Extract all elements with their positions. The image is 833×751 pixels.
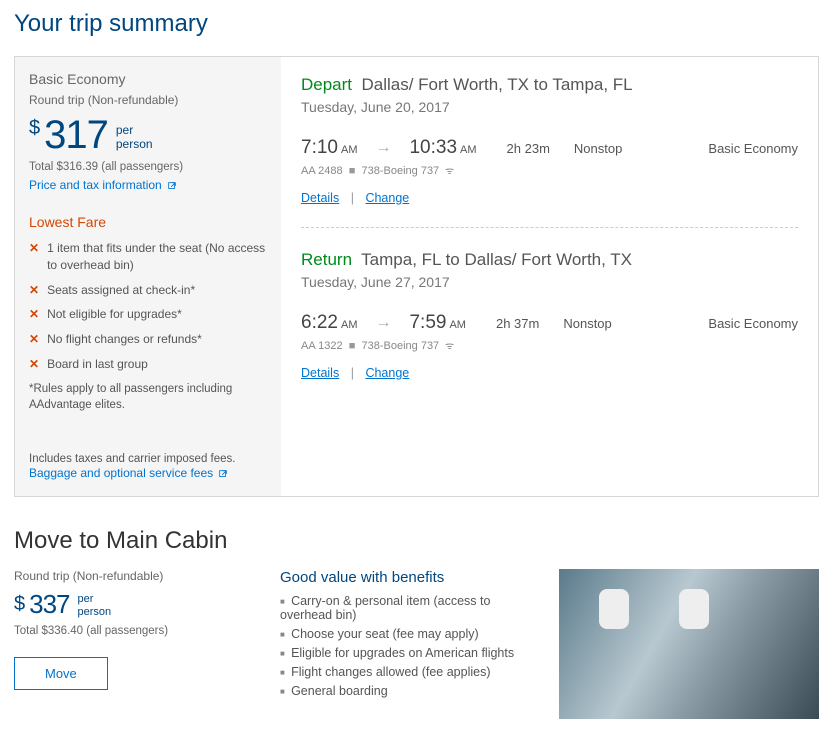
currency-symbol: $ [29, 117, 40, 140]
details-link[interactable]: Details [301, 366, 339, 380]
cabin-photo [559, 569, 819, 719]
segment-direction-label: Return [301, 250, 352, 269]
segment-direction-label: Depart [301, 75, 352, 94]
price-display: $ 317 perperson [29, 115, 267, 155]
arrival-ampm: AM [449, 319, 466, 331]
return-segment: Return Tampa, FL to Dallas/ Fort Worth, … [301, 227, 798, 398]
time-row: 6:22AM → 7:59AM 2h 37m Nonstop Basic Eco… [301, 312, 798, 334]
move-price-display: $ 337 perperson [14, 591, 280, 619]
baggage-fees-link[interactable]: Baggage and optional service fees [29, 466, 228, 480]
move-price-amount: 337 [29, 591, 69, 617]
trip-summary-card: Basic Economy Round trip (Non-refundable… [14, 56, 819, 497]
wifi-icon: ᯤ [442, 166, 454, 177]
move-to-main-cabin-section: Move to Main Cabin Round trip (Non-refun… [14, 527, 819, 719]
x-icon: ✕ [29, 306, 39, 323]
restriction-item: ✕1 item that fits under the seat (No acc… [29, 240, 267, 274]
change-link[interactable]: Change [365, 191, 409, 205]
benefits-list: Carry-on & personal item (access to over… [280, 594, 545, 698]
rules-footnote: *Rules apply to all passengers including… [29, 381, 267, 413]
fare-class-label: Basic Economy [29, 71, 267, 87]
aircraft-type: 738-Boeing 737 [362, 340, 440, 352]
segment-route: Dallas/ Fort Worth, TX to Tampa, FL [361, 75, 632, 94]
restriction-item: ✕Board in last group [29, 356, 267, 373]
segment-fare-class: Basic Economy [708, 141, 798, 156]
departure-ampm: AM [341, 319, 358, 331]
per-person-label: perperson [78, 593, 112, 619]
move-total-line: Total $336.40 (all passengers) [14, 625, 280, 637]
external-link-icon [218, 469, 228, 479]
arrow-right-icon: → [375, 139, 391, 157]
external-link-icon [167, 181, 177, 191]
restriction-item: ✕Seats assigned at check-in* [29, 282, 267, 299]
benefit-item: Choose your seat (fee may apply) [280, 627, 545, 641]
benefit-item: Carry-on & personal item (access to over… [280, 594, 545, 622]
segment-actions: Details | Change [301, 366, 798, 380]
duration: 2h 37m [496, 316, 539, 331]
x-icon: ✕ [29, 240, 39, 257]
change-link[interactable]: Change [365, 366, 409, 380]
price-amount: 317 [44, 115, 108, 155]
segment-route: Tampa, FL to Dallas/ Fort Worth, TX [361, 250, 632, 269]
currency-symbol: $ [14, 593, 25, 616]
page-title: Your trip summary [14, 10, 819, 38]
segment-date: Tuesday, June 20, 2017 [301, 99, 798, 115]
restriction-item: ✕Not eligible for upgrades* [29, 306, 267, 323]
departure-ampm: AM [341, 144, 358, 156]
departure-time: 6:22 [301, 312, 338, 334]
x-icon: ✕ [29, 356, 39, 373]
departure-time: 7:10 [301, 137, 338, 159]
restriction-item: ✕No flight changes or refunds* [29, 331, 267, 348]
aircraft-type: 738-Boeing 737 [362, 165, 440, 177]
wifi-icon: ᯤ [442, 341, 454, 352]
separator: | [351, 191, 354, 205]
segment-actions: Details | Change [301, 191, 798, 205]
arrow-right-icon: → [375, 314, 391, 332]
flight-info: AA 2488 ■ 738-Boeing 737 ᯤ [301, 163, 798, 177]
details-link[interactable]: Details [301, 191, 339, 205]
segment-header: Return Tampa, FL to Dallas/ Fort Worth, … [301, 250, 798, 270]
benefits-title: Good value with benefits [280, 569, 545, 586]
benefit-item: General boarding [280, 684, 545, 698]
itinerary-panel: Depart Dallas/ Fort Worth, TX to Tampa, … [281, 57, 818, 496]
x-icon: ✕ [29, 282, 39, 299]
total-price-line: Total $316.39 (all passengers) [29, 161, 267, 173]
arrival-time: 10:33 [409, 137, 457, 159]
move-benefits-panel: Good value with benefits Carry-on & pers… [280, 569, 559, 719]
time-row: 7:10AM → 10:33AM 2h 23m Nonstop Basic Ec… [301, 137, 798, 159]
flight-info: AA 1322 ■ 738-Boeing 737 ᯤ [301, 338, 798, 352]
price-tax-info-link[interactable]: Price and tax information [29, 178, 177, 192]
arrival-ampm: AM [460, 144, 477, 156]
move-section-title: Move to Main Cabin [14, 527, 819, 555]
restrictions-list: ✕1 item that fits under the seat (No acc… [29, 240, 267, 373]
benefit-item: Eligible for upgrades on American flight… [280, 646, 545, 660]
segment-fare-class: Basic Economy [708, 316, 798, 331]
duration: 2h 23m [507, 141, 550, 156]
x-icon: ✕ [29, 331, 39, 348]
move-trip-type: Round trip (Non-refundable) [14, 569, 280, 583]
per-person-label: perperson [116, 123, 153, 152]
price-summary-panel: Basic Economy Round trip (Non-refundable… [15, 57, 281, 496]
stops: Nonstop [563, 316, 611, 331]
move-price-panel: Round trip (Non-refundable) $ 337 perper… [14, 569, 280, 719]
move-button[interactable]: Move [14, 657, 108, 690]
flight-number: AA 2488 [301, 165, 343, 177]
segment-header: Depart Dallas/ Fort Worth, TX to Tampa, … [301, 75, 798, 95]
stops: Nonstop [574, 141, 622, 156]
lowest-fare-heading: Lowest Fare [29, 214, 267, 230]
depart-segment: Depart Dallas/ Fort Worth, TX to Tampa, … [301, 75, 798, 223]
arrival-time: 7:59 [409, 312, 446, 334]
trip-type-label: Round trip (Non-refundable) [29, 93, 267, 107]
benefit-item: Flight changes allowed (fee applies) [280, 665, 545, 679]
includes-note: Includes taxes and carrier imposed fees. [29, 453, 267, 465]
segment-date: Tuesday, June 27, 2017 [301, 274, 798, 290]
flight-number: AA 1322 [301, 340, 343, 352]
separator: | [351, 366, 354, 380]
